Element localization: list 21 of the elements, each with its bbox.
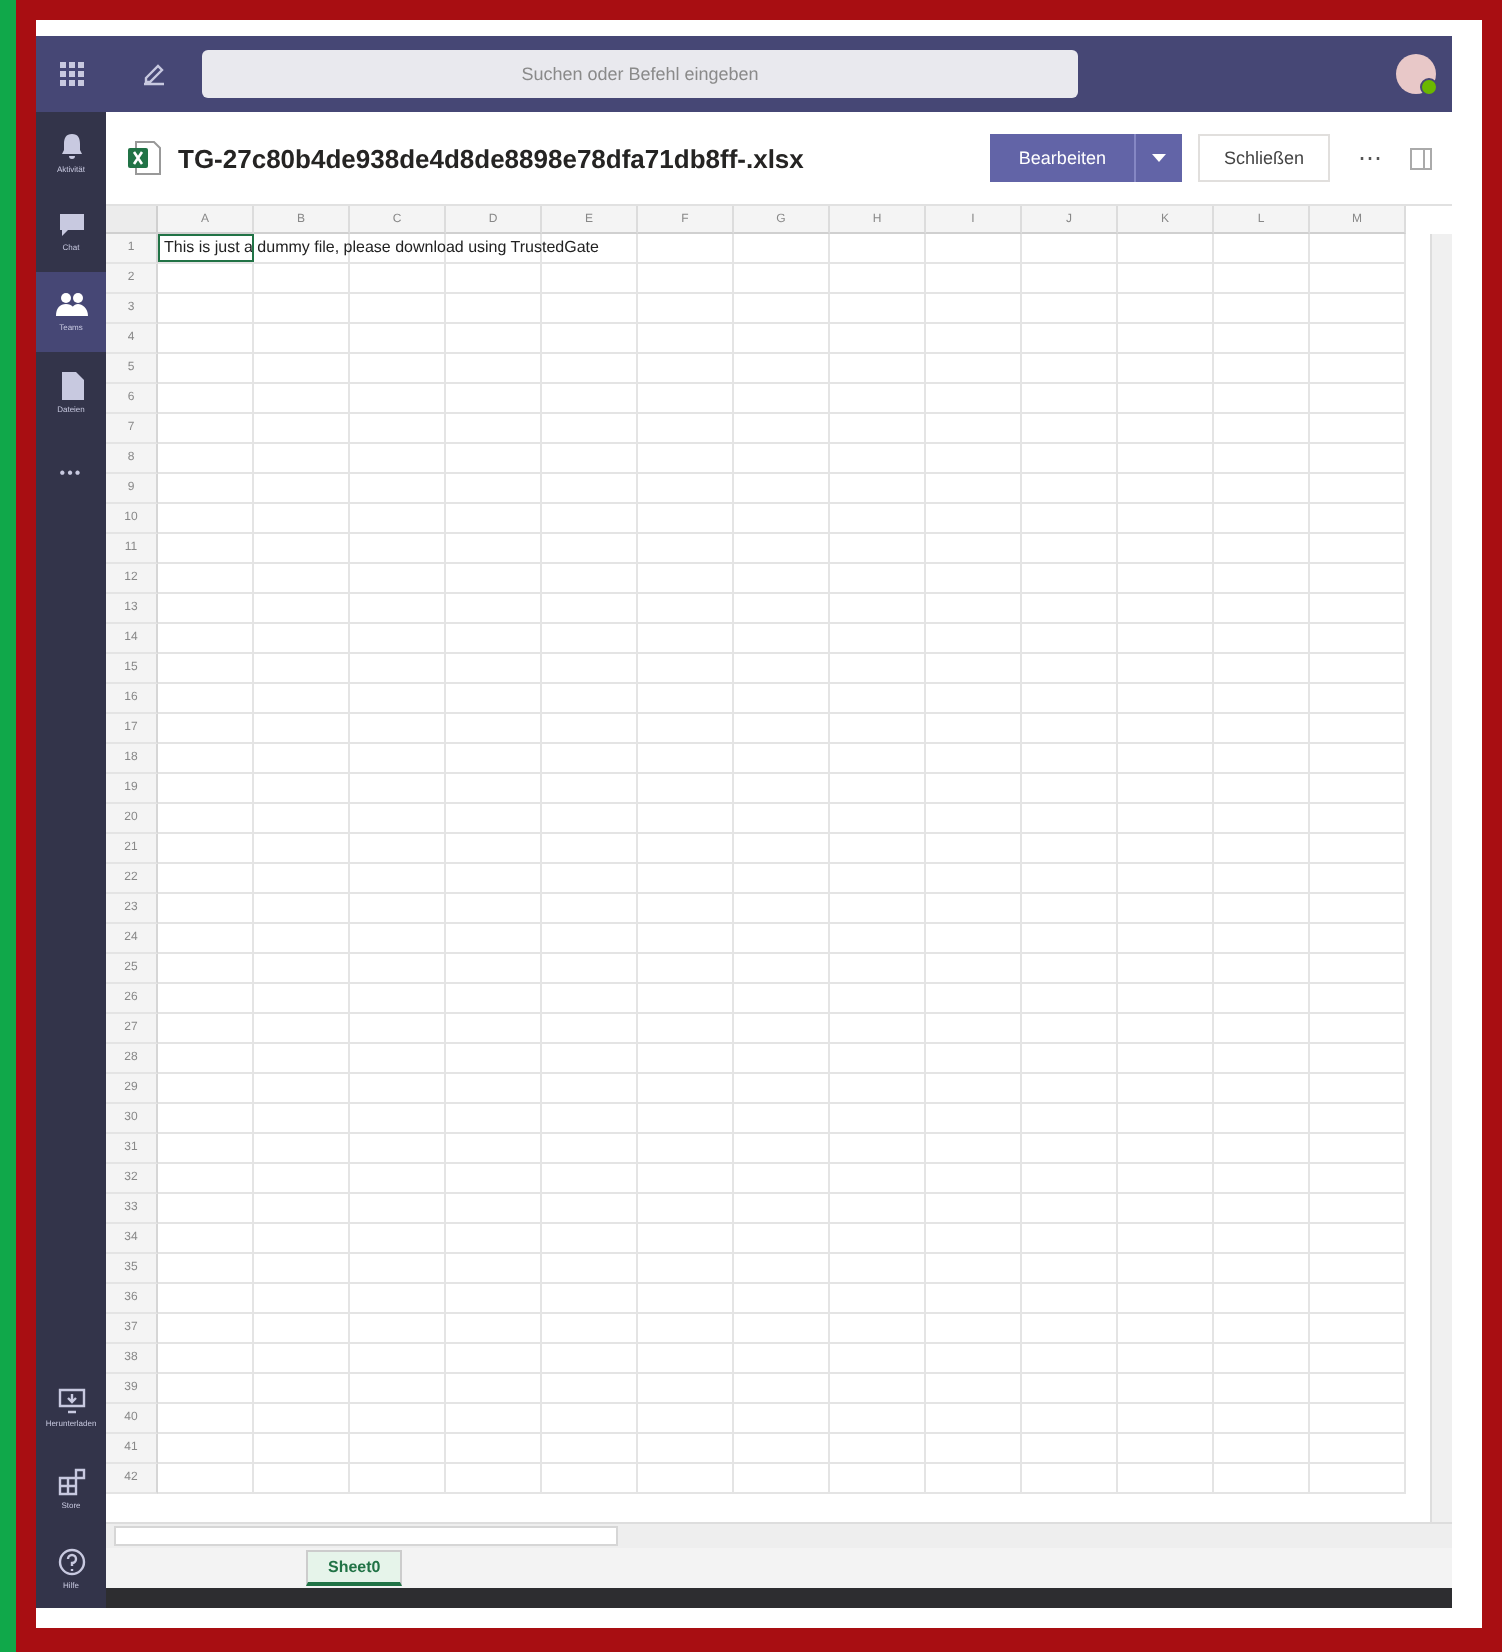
avatar[interactable] xyxy=(1396,54,1436,94)
help-icon xyxy=(57,1547,85,1575)
spreadsheet-file-icon xyxy=(126,140,162,176)
cell-text[interactable]: This is just a dummy file, please download using TrustedGate xyxy=(158,234,599,262)
bell-icon xyxy=(57,131,85,159)
sidebar-item[interactable]: ••• xyxy=(36,432,106,512)
close-button[interactable]: Schließen xyxy=(1197,134,1330,182)
caret-icon xyxy=(1151,154,1166,162)
edit-button[interactable]: Bearbeiten xyxy=(990,134,1134,182)
file-title: TG-27c80b4de938de4d8de8898e78dfa71db8ff-.xlsx xyxy=(178,143,806,173)
people-icon xyxy=(55,292,87,318)
dropdown-button[interactable] xyxy=(1133,134,1182,182)
chat-icon xyxy=(57,212,85,238)
compose-icon[interactable] xyxy=(142,62,166,86)
app-launcher-icon[interactable] xyxy=(59,62,83,86)
file-icon xyxy=(59,371,83,399)
monitor-icon xyxy=(57,1388,85,1414)
more-button[interactable]: ⋯ xyxy=(1346,144,1394,172)
search-field[interactable]: Suchen oder Befehl eingeben xyxy=(202,50,1078,98)
sheet-tab[interactable]: Sheet0 xyxy=(306,1550,403,1586)
apps-icon xyxy=(57,1467,85,1495)
